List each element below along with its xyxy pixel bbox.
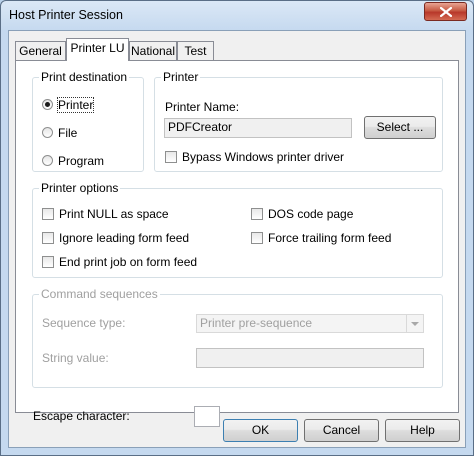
dos-code-page-label[interactable]: DOS code page (268, 207, 353, 221)
end-print-job-label[interactable]: End print job on form feed (59, 255, 197, 269)
file-radio[interactable] (42, 127, 53, 138)
help-button[interactable]: Help (385, 419, 460, 442)
printer-name-field[interactable]: PDFCreator (164, 118, 352, 138)
escape-character-label: Escape character: (33, 409, 130, 423)
print-destination-title: Print destination (39, 70, 130, 84)
force-trailing-ff-label[interactable]: Force trailing form feed (268, 231, 391, 245)
close-icon (440, 7, 452, 17)
tab-label: National (130, 44, 176, 58)
tab-label: General (19, 44, 62, 58)
title-bar[interactable]: Host Printer Session (1, 1, 473, 30)
print-destination-group: Print destination Printer File Program (32, 70, 144, 172)
ignore-leading-ff-label[interactable]: Ignore leading form feed (59, 231, 189, 245)
tab-label: Printer LU (70, 41, 125, 55)
tab-national[interactable]: National (129, 41, 177, 60)
file-radio-label[interactable]: File (58, 126, 77, 140)
print-null-checkbox[interactable] (42, 208, 54, 220)
end-print-job-checkbox[interactable] (42, 256, 54, 268)
cancel-button[interactable]: Cancel (304, 419, 379, 442)
window-title: Host Printer Session (9, 8, 123, 22)
command-sequences-title: Command sequences (39, 287, 160, 301)
close-button[interactable] (424, 2, 467, 21)
print-null-label[interactable]: Print NULL as space (59, 207, 169, 221)
dos-code-page-checkbox[interactable] (251, 208, 263, 220)
ok-button[interactable]: OK (223, 419, 298, 442)
tab-general[interactable]: General (15, 41, 66, 60)
dialog-client-area: General Printer LU National Test Print d… (8, 30, 466, 448)
sequence-type-dropdown[interactable]: Printer pre-sequence (196, 314, 424, 333)
printer-name-label: Printer Name: (165, 100, 240, 114)
printer-options-group: Printer options Print NULL as space Igno… (32, 181, 443, 278)
dialog-window: Host Printer Session General Printer LU … (0, 0, 474, 456)
bypass-driver-checkbox[interactable] (165, 151, 177, 163)
printer-group: Printer Printer Name: PDFCreator Select … (154, 70, 443, 172)
ignore-leading-ff-checkbox[interactable] (42, 232, 54, 244)
radio-selected-dot (45, 102, 50, 107)
string-value-label: String value: (42, 351, 109, 365)
printer-group-title: Printer (161, 70, 201, 84)
select-printer-button[interactable]: Select ... (364, 116, 436, 139)
sequence-type-value: Printer pre-sequence (200, 316, 313, 330)
force-trailing-ff-checkbox[interactable] (251, 232, 263, 244)
tab-label: Test (184, 44, 207, 58)
printer-radio[interactable] (42, 99, 53, 110)
chevron-down-icon (411, 322, 419, 326)
printer-options-title: Printer options (39, 181, 121, 195)
tab-test[interactable]: Test (177, 41, 214, 60)
printer-radio-label[interactable]: Printer (56, 97, 95, 113)
tab-panel-printer-lu: Print destination Printer File Program P… (15, 60, 459, 427)
bypass-driver-label[interactable]: Bypass Windows printer driver (182, 150, 344, 164)
dropdown-arrow[interactable] (406, 315, 423, 332)
program-radio-label[interactable]: Program (58, 154, 104, 168)
command-sequences-group: Command sequences Sequence type: Printer… (32, 287, 443, 388)
program-radio[interactable] (42, 155, 53, 166)
tab-printer-lu[interactable]: Printer LU (66, 38, 129, 61)
sequence-type-label: Sequence type: (42, 316, 126, 330)
string-value-field[interactable] (196, 348, 424, 368)
escape-character-field[interactable] (194, 406, 220, 427)
